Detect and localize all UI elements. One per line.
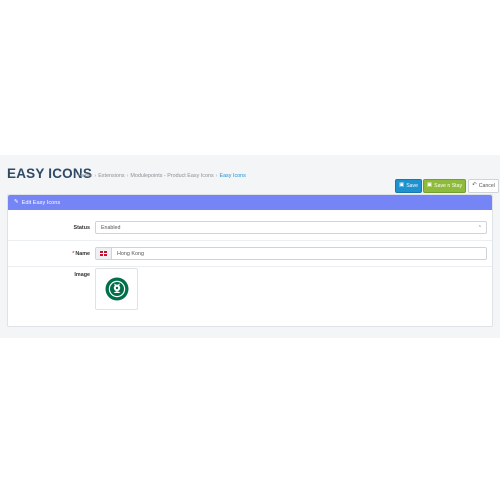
save-button-label: Save: [406, 183, 419, 189]
status-selected-value: Enabled: [101, 224, 121, 231]
uk-flag-icon: [100, 251, 107, 256]
screenshot-area: EASY ICONS Home › Extensions › Modulepoints …: [0, 155, 500, 338]
floppy-disk-icon: ▣: [426, 182, 433, 189]
save-and-stay-button-label: Save n Stay: [434, 183, 463, 189]
save-button[interactable]: ▣ Save: [395, 179, 422, 193]
language-flag-addon: [96, 248, 112, 259]
breadcrumb-module[interactable]: Modulepoints - Product Easy Icons: [130, 173, 213, 179]
breadcrumb-separator: ›: [94, 173, 97, 179]
breadcrumb-separator: ›: [215, 173, 218, 179]
floppy-disk-icon: ▣: [398, 182, 405, 189]
form-row-name: *Name Hong Kong: [8, 242, 492, 267]
name-label: *Name: [72, 251, 90, 257]
image-thumbnail[interactable]: [95, 268, 138, 310]
cancel-button[interactable]: ↶ Cancel: [468, 179, 499, 193]
name-input[interactable]: Hong Kong: [112, 251, 144, 257]
status-label: Status: [73, 225, 90, 231]
form-row-status: Status Enabled ⌃: [8, 216, 492, 241]
image-label: Image: [74, 272, 90, 278]
name-input-group: Hong Kong: [95, 247, 487, 260]
panel-heading: ✎ Edit Easy Icons: [8, 195, 492, 210]
breadcrumb-current[interactable]: Easy Icons: [219, 173, 245, 179]
pencil-icon: ✎: [14, 198, 19, 205]
status-select[interactable]: Enabled ⌃: [95, 221, 487, 234]
save-and-stay-button[interactable]: ▣ Save n Stay: [423, 179, 466, 193]
breadcrumb: Home › Extensions › Modulepoints - Product E…: [78, 173, 246, 179]
reply-arrow-icon: ↶: [472, 182, 477, 189]
name-label-text: Name: [75, 251, 90, 257]
panel-heading-title: Edit Easy Icons: [21, 199, 61, 206]
breadcrumb-extensions[interactable]: Extensions: [98, 173, 124, 179]
edit-panel: ✎ Edit Easy Icons Status Enabled ⌃ *Name…: [7, 194, 493, 327]
breadcrumb-home[interactable]: Home: [78, 173, 92, 179]
form-row-image: Image: [8, 268, 492, 323]
breadcrumb-separator: ›: [126, 173, 129, 179]
cancel-button-label: Cancel: [478, 183, 495, 189]
page-header: EASY ICONS Home › Extensions › Modulepoints …: [7, 165, 499, 193]
required-marker: *: [72, 251, 75, 257]
starbucks-logo: [105, 277, 128, 301]
chevron-down-icon: ⌃: [477, 225, 482, 231]
